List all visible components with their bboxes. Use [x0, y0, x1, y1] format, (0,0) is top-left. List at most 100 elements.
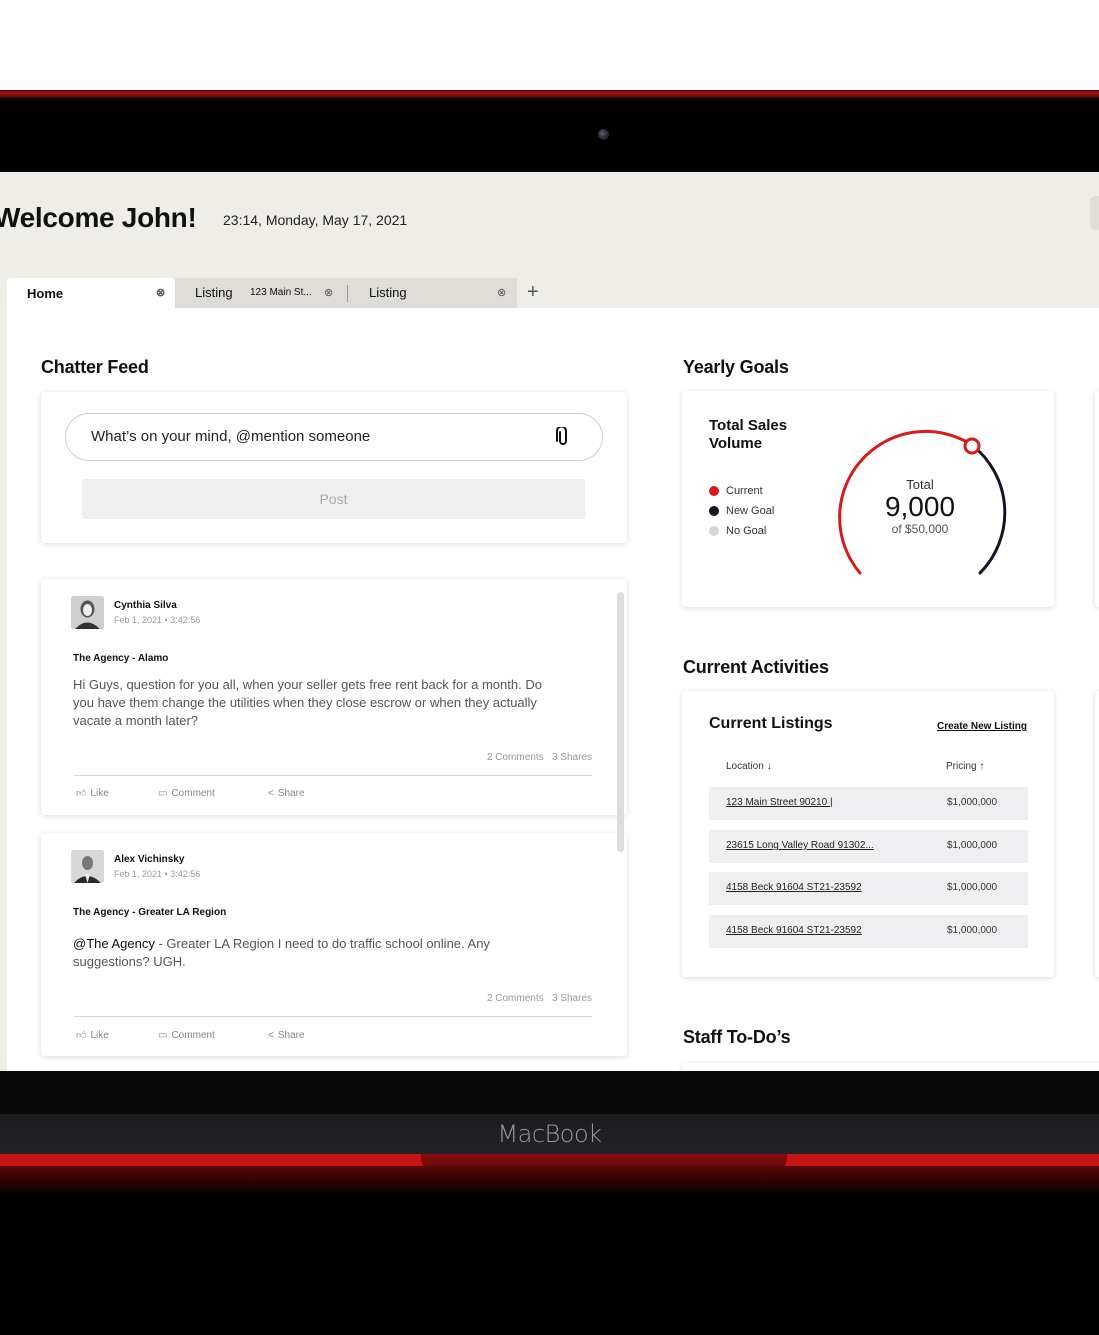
table-row[interactable]: 4158 Beck 91604 ST21-23592 $1,000,000 — [709, 915, 1028, 948]
close-tab-icon[interactable]: ⊗ — [497, 286, 506, 299]
thumbs-up-icon: 👍︎ — [76, 788, 87, 799]
share-icon: < — [268, 787, 274, 799]
gauge-handle — [963, 437, 981, 455]
comment-icon: ▭ — [158, 1029, 168, 1041]
post-author[interactable]: Cynthia Silva — [114, 600, 177, 611]
chatter-feed-title: Chatter Feed — [41, 357, 149, 377]
share-button[interactable]: < Share — [268, 1029, 305, 1041]
app-screen: Welcome John! 23:14, Monday, May 17, 202… — [0, 172, 1099, 1071]
like-button[interactable]: 👍︎ Like — [76, 1029, 158, 1042]
listing-location[interactable]: 4158 Beck 91604 ST21-23592 — [726, 925, 862, 936]
gauge-value: 9,000 — [884, 491, 956, 522]
add-tab-button[interactable]: + — [527, 278, 539, 308]
paperclip-icon[interactable] — [554, 427, 572, 447]
avatar[interactable] — [71, 850, 104, 883]
tab-label: Listing — [369, 285, 407, 300]
feed-post: Alex Vichinsky Feb 1, 2021 • 3:42:56 The… — [41, 833, 627, 1056]
share-button[interactable]: < Share — [268, 787, 305, 799]
feed-scrollbar[interactable] — [617, 592, 624, 852]
close-tab-icon[interactable]: ⊗ — [324, 286, 333, 299]
share-icon: < — [268, 1029, 274, 1041]
post-input-placeholder: What’s on your mind, @mention someone — [91, 428, 371, 445]
tab-bar: Home ⊗ Listing 123 Main St... ⊗ Listing … — [7, 278, 539, 308]
post-author[interactable]: Alex Vichinsky — [114, 854, 184, 865]
divider — [74, 1016, 592, 1017]
page-background-top — [0, 0, 1099, 91]
listing-price: $1,000,000 — [947, 925, 998, 936]
post-stats: 2 Comments 3 Shares — [487, 993, 592, 1004]
thumbs-up-icon: 👍︎ — [76, 1030, 87, 1041]
share-count[interactable]: 3 Shares — [552, 993, 592, 1004]
listing-price: $1,000,000 — [947, 882, 998, 893]
post-input[interactable]: What’s on your mind, @mention someone — [65, 413, 603, 461]
post-stats: 2 Comments 3 Shares — [487, 752, 592, 763]
device-brand: MacBook — [497, 1120, 602, 1148]
post-group[interactable]: The Agency - Greater LA Region — [73, 907, 226, 918]
column-location[interactable]: Location ↓ — [726, 761, 772, 772]
laptop-bezel-bottom — [0, 1071, 1099, 1115]
tab-label: Listing — [195, 285, 233, 300]
table-row[interactable]: 123 Main Street 90210 | $1,000,000 — [709, 787, 1028, 820]
home-content: Chatter Feed What’s on your mind, @menti… — [7, 308, 1099, 1071]
legend-dot — [709, 526, 719, 536]
post-timestamp: Feb 1, 2021 • 3:42:56 — [114, 615, 201, 625]
post-button[interactable]: Post — [82, 479, 585, 519]
create-listing-link[interactable]: Create New Listing — [937, 721, 1027, 732]
legend-item: Current — [709, 481, 774, 501]
listing-price: $1,000,000 — [947, 797, 998, 808]
webcam-icon — [598, 129, 609, 140]
next-activity-card — [1095, 691, 1099, 977]
comment-button[interactable]: ▭ Comment — [158, 1029, 268, 1041]
sort-up-icon: ↑ — [979, 761, 985, 772]
laptop-bezel-top — [0, 98, 1099, 172]
avatar[interactable] — [71, 596, 104, 629]
welcome-heading: Welcome John! — [0, 202, 197, 233]
like-button[interactable]: 👍︎ Like — [76, 787, 158, 800]
new-post-card: What’s on your mind, @mention someone Po… — [41, 392, 627, 543]
gauge-arc-goal — [970, 443, 1007, 575]
sort-down-icon: ↓ — [766, 761, 772, 772]
gauge-readout: Total 9,000 of $50,000 — [867, 477, 973, 536]
card-title: Total Sales Volume — [709, 417, 788, 452]
comment-count[interactable]: 2 Comments — [487, 752, 544, 763]
close-tab-icon[interactable]: ⊗ — [156, 286, 165, 299]
gauge-of: of $50,000 — [891, 522, 949, 536]
gauge-legend: Current New Goal No Goal — [709, 481, 774, 541]
post-body: Hi Guys, question for you all, when your… — [73, 677, 542, 728]
listing-location[interactable]: 4158 Beck 91604 ST21-23592 — [726, 882, 862, 893]
post-body: @The Agency - Greater LA Region I need t… — [73, 936, 490, 969]
header-action-button[interactable] — [1090, 196, 1099, 230]
post-group[interactable]: The Agency - Alamo — [73, 653, 168, 664]
post-timestamp: Feb 1, 2021 • 3:42:56 — [114, 869, 201, 879]
gauge-label: Total — [906, 477, 934, 492]
feed-post: Cynthia Silva Feb 1, 2021 • 3:42:56 The … — [41, 579, 627, 815]
listing-location[interactable]: 123 Main Street 90210 | — [726, 797, 833, 808]
post-actions: 👍︎ Like ▭ Comment < Share — [76, 787, 305, 800]
legend-dot — [709, 486, 719, 496]
tab-listing[interactable]: Listing ⊗ — [349, 278, 517, 308]
table-row[interactable]: 23615 Long Valley Road 91302... $1,000,00… — [709, 830, 1028, 863]
current-datetime: 23:14, Monday, May 17, 2021 — [223, 212, 408, 228]
next-goal-card — [1095, 391, 1099, 607]
current-activities-title: Current Activities — [683, 657, 829, 677]
tab-divider — [347, 285, 348, 302]
table-row[interactable]: 4158 Beck 91604 ST21-23592 $1,000,000 — [709, 872, 1028, 905]
comment-count[interactable]: 2 Comments — [487, 993, 544, 1004]
legend-dot — [709, 506, 719, 516]
share-count[interactable]: 3 Shares — [552, 752, 592, 763]
yearly-goals-title: Yearly Goals — [683, 357, 789, 377]
current-listings-title: Current Listings — [709, 715, 833, 732]
legend-item: New Goal — [709, 501, 774, 521]
mention-link[interactable]: @The Agency — [73, 936, 155, 951]
staff-todos-card — [682, 1063, 1099, 1071]
tab-label: Home — [27, 285, 64, 301]
laptop-base-shadow — [0, 1166, 1099, 1196]
current-listings-card: Current Listings Create New Listing Loca… — [682, 691, 1054, 977]
comment-button[interactable]: ▭ Comment — [158, 787, 268, 799]
listing-location[interactable]: 23615 Long Valley Road 91302... — [726, 840, 874, 851]
post-actions: 👍︎ Like ▭ Comment < Share — [76, 1029, 305, 1042]
legend-item: No Goal — [709, 521, 774, 541]
tab-listing-main[interactable]: Listing 123 Main St... ⊗ — [175, 278, 349, 308]
column-pricing[interactable]: Pricing ↑ — [946, 761, 984, 772]
tab-home[interactable]: Home ⊗ — [7, 278, 175, 308]
